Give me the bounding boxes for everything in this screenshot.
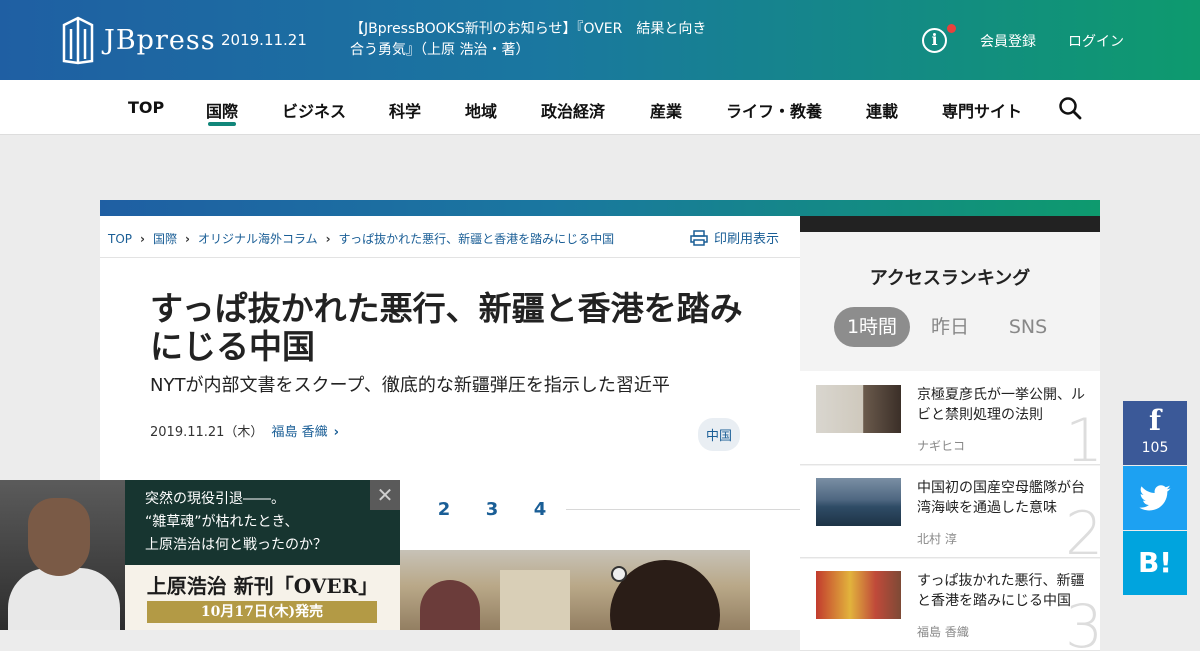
- site-header: JBpress 2019.11.21 【JBpressBOOKS新刊のお知らせ】…: [0, 0, 1200, 80]
- ad-photo: [0, 480, 125, 630]
- article-photo: [400, 550, 750, 630]
- ad-book-cover: 上原浩治 新刊「OVER」 10月17日(木)発売: [125, 565, 400, 630]
- page-link-4[interactable]: 4: [516, 499, 564, 520]
- ranking-item-author: ナギヒコ: [917, 439, 966, 453]
- ranking-thumbnail: [816, 571, 901, 619]
- logo-icon: [62, 16, 94, 65]
- content-top-strip: [100, 200, 1100, 216]
- page-link-2[interactable]: 2: [420, 499, 468, 520]
- breadcrumb-top[interactable]: TOP: [108, 232, 132, 246]
- main-nav: TOP 国際 ビジネス 科学 地域 政治経済 産業 ライフ・教養 連載 専門サイ…: [0, 80, 1200, 135]
- login-link[interactable]: ログイン: [1068, 31, 1124, 51]
- facebook-icon: f: [1148, 404, 1162, 437]
- breadcrumb-international[interactable]: 国際: [153, 232, 177, 246]
- tag-china[interactable]: 中国: [698, 418, 741, 451]
- logo-text: JBpress: [104, 24, 216, 56]
- breadcrumb-current[interactable]: すっぱ抜かれた悪行、新疆と香港を踏みにじる中国: [339, 232, 615, 246]
- register-link[interactable]: 会員登録: [980, 31, 1036, 51]
- nav-item-science[interactable]: 科学: [389, 98, 421, 122]
- ranking-item-author: 福島 香織: [917, 625, 969, 639]
- facebook-share-button[interactable]: f 105: [1123, 401, 1187, 465]
- breadcrumb-divider: [100, 257, 800, 258]
- printer-icon: [690, 229, 708, 246]
- print-button[interactable]: 印刷用表示: [690, 228, 779, 247]
- ranking-item[interactable]: 中国初の国産空母艦隊が台湾海峡を通過した意味 北村 淳 2: [800, 466, 1100, 558]
- nav-item-special-sites[interactable]: 専門サイト: [942, 98, 1022, 122]
- notification-dot: [947, 24, 956, 33]
- search-icon[interactable]: [1058, 96, 1082, 120]
- nav-item-region[interactable]: 地域: [465, 98, 497, 122]
- chevron-right-icon: ›: [333, 425, 339, 440]
- facebook-share-count: 105: [1141, 440, 1169, 456]
- twitter-icon: [1139, 485, 1171, 511]
- ranking-item[interactable]: 京極夏彦氏が一挙公開、ルビと禁則処理の法則 ナギヒコ 1: [800, 373, 1100, 465]
- header-date: 2019.11.21: [221, 31, 307, 49]
- nav-item-life[interactable]: ライフ・教養: [726, 98, 822, 122]
- info-icon[interactable]: i: [922, 28, 947, 53]
- access-ranking: アクセスランキング 1時間 昨日 SNS 京極夏彦氏が一挙公開、ルビと禁則処理の…: [800, 232, 1100, 651]
- pagination-line: [566, 509, 800, 510]
- ranking-item-author: 北村 淳: [917, 532, 957, 546]
- ranking-item[interactable]: すっぱ抜かれた悪行、新疆と香港を踏みにじる中国 福島 香織 3: [800, 559, 1100, 651]
- page-link-3[interactable]: 3: [468, 499, 516, 520]
- twitter-share-button[interactable]: [1123, 466, 1187, 530]
- ranking-number: 1: [1065, 406, 1100, 465]
- ranking-number: 2: [1065, 499, 1100, 558]
- article-byline: 2019.11.21（木） 福島 香織 ›: [150, 421, 339, 440]
- breadcrumb-separator: ›: [184, 232, 190, 246]
- header-notice-link[interactable]: 【JBpressBOOKS新刊のお知らせ】『OVER 結果と向き合う勇気』（上原…: [350, 19, 710, 61]
- ranking-tab-sns[interactable]: SNS: [996, 307, 1060, 347]
- ad-release-date: 10月17日(木)発売: [147, 601, 377, 623]
- ranking-thumbnail: [816, 385, 901, 433]
- nav-item-international[interactable]: 国際: [206, 98, 238, 122]
- ranking-thumbnail: [816, 478, 901, 526]
- breadcrumb: TOP › 国際 › オリジナル海外コラム › すっぱ抜かれた悪行、新疆と香港を踏みにじる中…: [108, 230, 614, 247]
- article-title: すっぱ抜かれた悪行、新疆と香港を踏みにじる中国: [150, 289, 743, 366]
- article-date: 2019.11.21（木）: [150, 425, 264, 440]
- hatena-icon: B!: [1137, 546, 1173, 579]
- breadcrumb-separator: ›: [140, 232, 145, 246]
- nav-item-series[interactable]: 連載: [866, 98, 898, 122]
- ranking-tab-yesterday[interactable]: 昨日: [920, 307, 980, 347]
- ranking-title: アクセスランキング: [869, 268, 1031, 289]
- book-ad-banner[interactable]: 突然の現役引退――。 “雑草魂”が枯れたとき、 上原浩治は何と戦ったのか？ 上原…: [0, 480, 400, 630]
- nav-active-indicator: [208, 122, 236, 126]
- ranking-tab-hour[interactable]: 1時間: [834, 307, 910, 347]
- breadcrumb-column[interactable]: オリジナル海外コラム: [198, 232, 318, 246]
- nav-item-top[interactable]: TOP: [128, 98, 164, 117]
- ad-copy: 突然の現役引退――。 “雑草魂”が枯れたとき、 上原浩治は何と戦ったのか？: [145, 491, 327, 553]
- pagination: 2 3 4: [420, 499, 564, 520]
- clock-icon: [611, 566, 627, 582]
- hatena-bookmark-button[interactable]: B!: [1123, 531, 1187, 595]
- ranking-number: 3: [1065, 592, 1100, 651]
- print-label: 印刷用表示: [714, 232, 780, 247]
- ad-book-title: 上原浩治 新刊「OVER」: [146, 574, 379, 598]
- site-logo[interactable]: JBpress: [60, 15, 216, 65]
- nav-item-politics-economy[interactable]: 政治経済: [541, 98, 605, 122]
- breadcrumb-separator: ›: [325, 232, 331, 246]
- nav-item-industry[interactable]: 産業: [650, 98, 682, 122]
- article-subtitle: NYTが内部文書をスクープ、徹底的な新疆弾圧を指示した習近平: [150, 375, 670, 396]
- sidebar-top-bar: [800, 216, 1100, 232]
- author-link[interactable]: 福島 香織: [271, 425, 327, 440]
- nav-item-business[interactable]: ビジネス: [282, 98, 346, 122]
- close-icon[interactable]: ✕: [370, 480, 400, 510]
